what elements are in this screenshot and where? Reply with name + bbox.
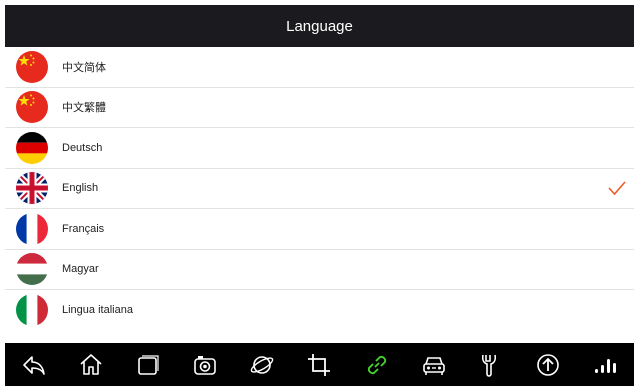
- france-flag-icon: [16, 212, 48, 245]
- language-screen: Language 中文简体 中文繁體 Deutsch English Franç…: [5, 5, 634, 386]
- header-bar: Language: [5, 5, 634, 47]
- language-item-en[interactable]: English: [5, 169, 634, 209]
- bottom-nav-bar: [5, 343, 634, 386]
- germany-flag-icon: [16, 131, 48, 164]
- back-icon[interactable]: [19, 350, 49, 380]
- language-label: 中文简体: [62, 61, 106, 74]
- language-list: 中文简体 中文繁體 Deutsch English Français Magya…: [5, 47, 634, 331]
- language-label: English: [62, 182, 99, 195]
- language-label: 中文繁體: [62, 102, 106, 115]
- page-title: Language: [286, 17, 353, 35]
- language-label: Français: [62, 222, 105, 235]
- link-icon[interactable]: [362, 350, 392, 380]
- china-flag-icon: [16, 91, 48, 124]
- language-item-zh-hant[interactable]: 中文繁體: [5, 88, 634, 128]
- signal-bars-icon[interactable]: [590, 350, 620, 380]
- language-item-zh-hans[interactable]: 中文简体: [5, 47, 634, 88]
- upload-icon[interactable]: [533, 350, 563, 380]
- language-item-de[interactable]: Deutsch: [5, 128, 634, 169]
- language-label: Deutsch: [62, 141, 103, 154]
- hungary-flag-icon: [16, 253, 48, 286]
- checkmark-icon: [608, 181, 626, 196]
- language-item-hu[interactable]: Magyar: [5, 250, 634, 290]
- language-label: Lingua italiana: [62, 304, 133, 317]
- language-item-it[interactable]: Lingua italiana: [5, 290, 634, 331]
- recent-apps-icon[interactable]: [133, 350, 163, 380]
- home-icon[interactable]: [76, 350, 106, 380]
- browser-icon[interactable]: [247, 350, 277, 380]
- vehicle-icon[interactable]: [419, 350, 449, 380]
- camera-icon[interactable]: [190, 350, 220, 380]
- wrench-icon[interactable]: [476, 350, 506, 380]
- language-item-fr[interactable]: Français: [5, 209, 634, 250]
- language-label: Magyar: [62, 263, 99, 276]
- uk-flag-icon: [16, 172, 48, 205]
- italy-flag-icon: [16, 294, 48, 327]
- crop-icon[interactable]: [304, 350, 334, 380]
- china-flag-icon: [16, 50, 48, 83]
